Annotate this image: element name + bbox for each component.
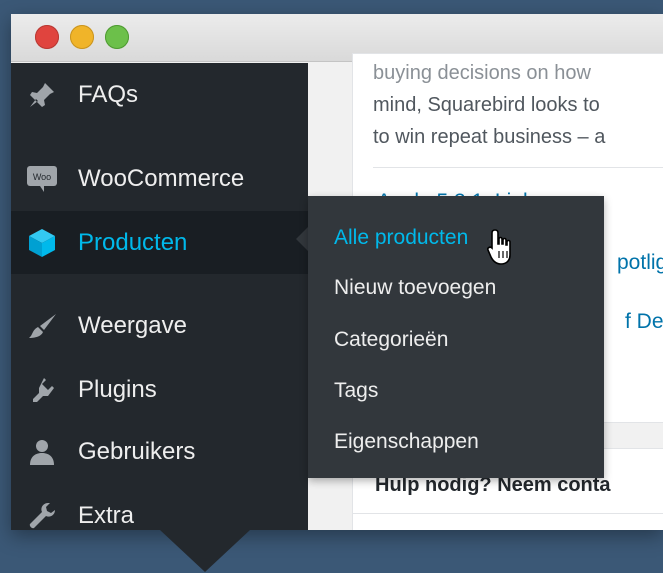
admin-sidebar: FAQs Woo WooCommerce Producten Weergave … bbox=[11, 63, 308, 530]
sidebar-item-faqs[interactable]: FAQs bbox=[11, 67, 308, 123]
news-link[interactable]: f Dea bbox=[625, 310, 663, 334]
pin-icon bbox=[25, 78, 59, 112]
submenu-item-tags[interactable]: Tags bbox=[334, 379, 378, 403]
hand-cursor-icon bbox=[487, 229, 511, 265]
brush-icon bbox=[25, 309, 59, 343]
sidebar-item-label: Weergave bbox=[78, 312, 187, 339]
sidebar-item-label: WooCommerce bbox=[78, 165, 245, 192]
sidebar-item-plugins[interactable]: Plugins bbox=[11, 362, 308, 418]
sidebar-item-label: Producten bbox=[78, 228, 188, 256]
submenu-item-nieuw-toevoegen[interactable]: Nieuw toevoegen bbox=[334, 276, 496, 300]
sidebar-item-label: Gebruikers bbox=[78, 438, 196, 465]
sidebar-item-label: Extra bbox=[78, 502, 135, 529]
close-button[interactable] bbox=[35, 25, 59, 49]
user-icon bbox=[25, 435, 59, 469]
sidebar-item-producten[interactable]: Producten bbox=[11, 211, 308, 274]
maximize-button[interactable] bbox=[105, 25, 129, 49]
sidebar-item-label: Plugins bbox=[78, 376, 157, 403]
cube-icon bbox=[25, 226, 59, 260]
callout-pointer bbox=[160, 530, 250, 572]
minimize-button[interactable] bbox=[70, 25, 94, 49]
submenu-flyout: Alle producten Nieuw toevoegen Categorie… bbox=[308, 196, 604, 478]
submenu-item-categorieen[interactable]: Categorieën bbox=[334, 328, 448, 352]
wrench-icon bbox=[25, 499, 59, 530]
woocommerce-icon: Woo bbox=[25, 162, 59, 196]
sidebar-item-weergave[interactable]: Weergave bbox=[11, 298, 308, 354]
sidebar-item-extra[interactable]: Extra bbox=[11, 488, 308, 530]
sidebar-item-label: FAQs bbox=[78, 81, 139, 108]
submenu-item-eigenschappen[interactable]: Eigenschappen bbox=[334, 430, 479, 454]
sidebar-item-gebruikers[interactable]: Gebruikers bbox=[11, 424, 308, 480]
paragraph-line: buying decisions on how bbox=[373, 62, 591, 84]
news-link[interactable]: potligh bbox=[617, 251, 663, 275]
divider bbox=[353, 513, 663, 514]
submenu-item-alle-producten[interactable]: Alle producten bbox=[334, 226, 468, 250]
sidebar-item-woocommerce[interactable]: Woo WooCommerce bbox=[11, 151, 308, 207]
plugin-icon bbox=[25, 373, 59, 407]
divider bbox=[373, 167, 663, 168]
paragraph-line: mind, Squarebird looks to bbox=[373, 94, 600, 116]
paragraph-line: to win repeat business – a bbox=[373, 126, 606, 148]
woo-icon-text: Woo bbox=[33, 172, 51, 182]
